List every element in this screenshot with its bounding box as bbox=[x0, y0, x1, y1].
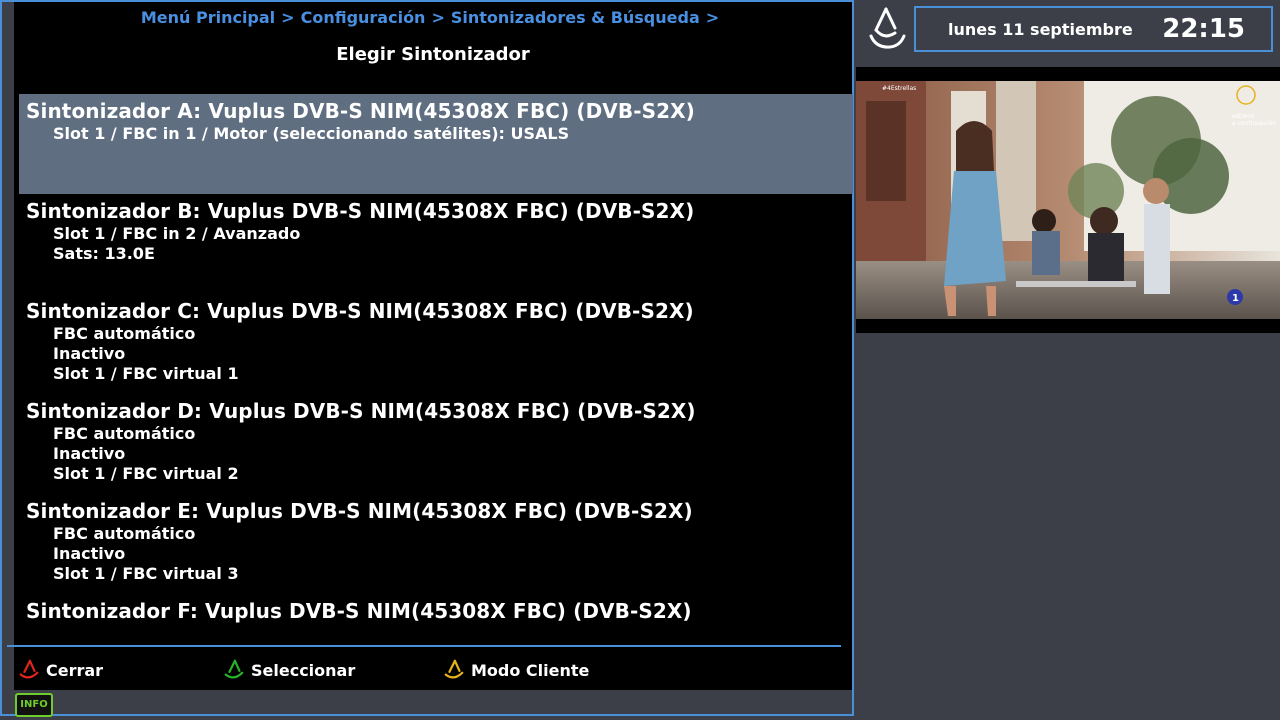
page-title: Elegir Sintonizador bbox=[336, 44, 530, 65]
tuner-detail: Slot 1 / FBC virtual 3 bbox=[53, 564, 239, 583]
menu-panel: Menú Principal > Configuración > Sintonizado… bbox=[0, 0, 854, 717]
tuner-title: Sintonizador D: Vuplus DVB-S NIM(45308X … bbox=[26, 399, 696, 423]
tuner-title: Sintonizador A: Vuplus DVB-S NIM(45308X … bbox=[26, 99, 695, 123]
tuner-detail: Slot 1 / FBC virtual 2 bbox=[53, 464, 239, 483]
close-button-label: Cerrar bbox=[46, 660, 104, 680]
clock-box: lunes 11 septiembre 22:15 bbox=[914, 6, 1273, 52]
channel-logo: 1 bbox=[1232, 293, 1239, 304]
tuner-title: Sintonizador F: Vuplus DVB-S NIM(45308X … bbox=[26, 599, 692, 623]
breadcrumb-item: Menú Principal bbox=[140, 8, 276, 27]
tuner-detail: Sats: 13.0E bbox=[53, 244, 155, 263]
tuner-item[interactable]: Sintonizador B: Vuplus DVB-S NIM(45308X … bbox=[19, 194, 853, 294]
tv-preview: #4Estrellas estreno a continuación 1 bbox=[856, 67, 1280, 333]
breadcrumb-item: Configuración bbox=[300, 8, 426, 27]
breadcrumb-separator: > bbox=[281, 8, 295, 27]
red-key-icon bbox=[19, 659, 39, 679]
overlay-text-2: a continuación bbox=[1232, 120, 1276, 127]
breadcrumb-item: Sintonizadores & Búsqueda bbox=[450, 8, 700, 27]
tuner-detail: Inactivo bbox=[53, 444, 126, 463]
divider bbox=[7, 645, 841, 647]
tuner-item[interactable]: Sintonizador C: Vuplus DVB-S NIM(45308X … bbox=[19, 294, 853, 394]
green-key-icon bbox=[224, 659, 244, 679]
tuner-detail: FBC automático bbox=[53, 324, 196, 343]
tv-preview-image: #4Estrellas estreno a continuación 1 bbox=[856, 81, 1280, 319]
overlay-text-1: estreno bbox=[1232, 113, 1255, 120]
breadcrumb: Menú Principal > Configuración > Sintonizado… bbox=[14, 8, 852, 27]
tuner-list[interactable]: Sintonizador A: Vuplus DVB-S NIM(45308X … bbox=[19, 94, 853, 630]
channel-tag: #4Estrellas bbox=[882, 85, 916, 92]
breadcrumb-separator: > bbox=[705, 8, 720, 27]
client-mode-button-label: Modo Cliente bbox=[471, 660, 590, 680]
clock-time: 22:15 bbox=[1162, 14, 1245, 44]
tuner-item[interactable]: Sintonizador A: Vuplus DVB-S NIM(45308X … bbox=[19, 94, 853, 194]
tuner-detail: Slot 1 / FBC in 2 / Avanzado bbox=[53, 224, 301, 243]
brand-logo-icon bbox=[869, 7, 906, 49]
tuner-title: Sintonizador E: Vuplus DVB-S NIM(45308X … bbox=[26, 499, 693, 523]
tuner-detail: Inactivo bbox=[53, 544, 126, 563]
client-mode-button[interactable]: Modo Cliente bbox=[443, 658, 589, 682]
select-button[interactable]: Seleccionar bbox=[223, 658, 355, 682]
tuner-detail: Inactivo bbox=[53, 344, 126, 363]
tuner-detail: Slot 1 / FBC in 1 / Motor (seleccionando… bbox=[53, 124, 570, 143]
select-button-label: Seleccionar bbox=[251, 660, 356, 680]
yellow-key-icon bbox=[444, 659, 464, 679]
menu-content: Menú Principal > Configuración > Sintonizado… bbox=[14, 2, 853, 690]
tuner-title: Sintonizador C: Vuplus DVB-S NIM(45308X … bbox=[26, 299, 694, 323]
close-button[interactable]: Cerrar bbox=[18, 658, 103, 682]
tuner-item[interactable]: Sintonizador E: Vuplus DVB-S NIM(45308X … bbox=[19, 494, 853, 594]
info-button[interactable]: INFO bbox=[15, 693, 53, 717]
tuner-item[interactable]: Sintonizador D: Vuplus DVB-S NIM(45308X … bbox=[19, 394, 853, 494]
tuner-item[interactable]: Sintonizador F: Vuplus DVB-S NIM(45308X … bbox=[19, 594, 853, 630]
breadcrumb-separator: > bbox=[431, 8, 445, 27]
tuner-title: Sintonizador B: Vuplus DVB-S NIM(45308X … bbox=[26, 199, 695, 223]
clock-date: lunes 11 septiembre bbox=[948, 19, 1133, 39]
tuner-detail: FBC automático bbox=[53, 424, 196, 443]
tuner-detail: FBC automático bbox=[53, 524, 196, 543]
tuner-detail: Slot 1 / FBC virtual 1 bbox=[53, 364, 239, 383]
